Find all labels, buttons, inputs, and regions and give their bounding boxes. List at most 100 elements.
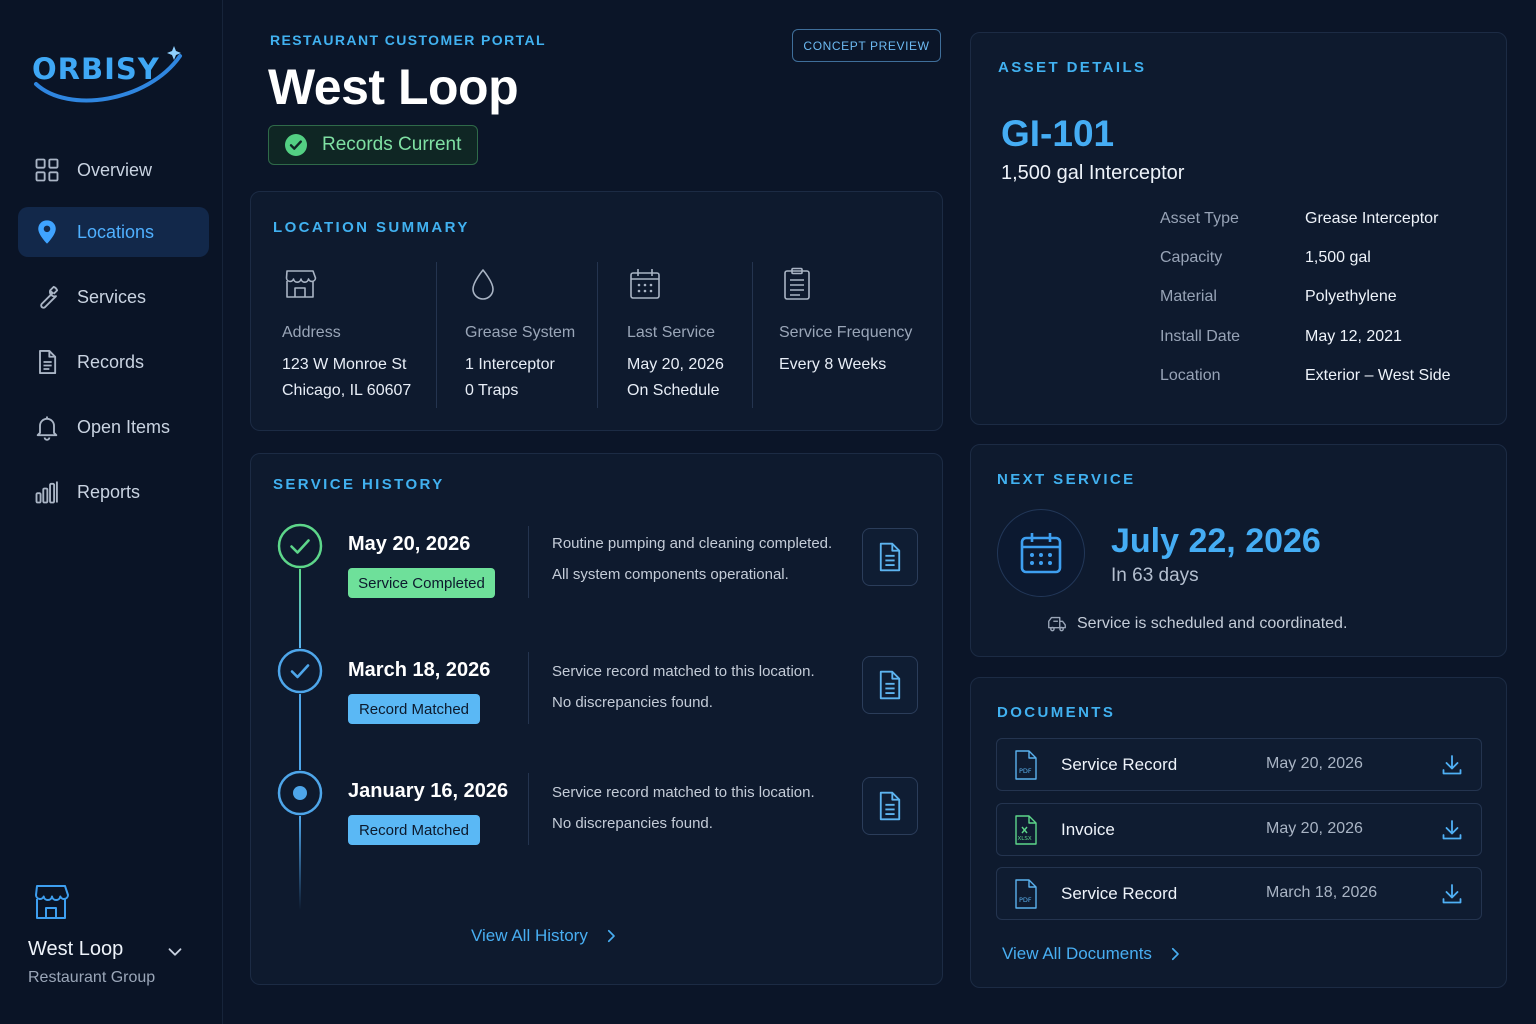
sidebar-item-label: Overview (77, 159, 153, 180)
link-label: View All Documents (1002, 944, 1152, 963)
status-badge: Record Matched (348, 815, 480, 845)
summary-address: Address 123 W Monroe St Chicago, IL 6060… (282, 266, 411, 404)
check-circle-icon (285, 134, 307, 156)
svg-text:PDF: PDF (1019, 767, 1032, 775)
summary-value-line2: 0 Traps (465, 382, 519, 399)
timeline-line (299, 568, 301, 650)
document-date: May 20, 2026 (1266, 755, 1363, 772)
asset-field-key: Location (1160, 367, 1221, 384)
status-label: Records Current (322, 134, 462, 155)
location-switcher-name[interactable]: West Loop (28, 938, 123, 961)
download-icon[interactable] (1440, 753, 1464, 777)
summary-value-line1: 1 Interceptor (465, 356, 555, 373)
chevron-down-icon[interactable] (164, 941, 186, 963)
page-title: West Loop (268, 59, 519, 115)
sidebar-item-label: Records (77, 351, 145, 372)
summary-divider (752, 262, 753, 408)
asset-field-value: May 12, 2021 (1305, 328, 1402, 345)
check-circle-icon (277, 648, 323, 694)
download-icon[interactable] (1440, 882, 1464, 906)
summary-label: Service Frequency (779, 324, 913, 341)
document-date: March 18, 2026 (1266, 884, 1378, 901)
view-record-button[interactable] (862, 656, 918, 714)
link-label: View All History (471, 926, 588, 945)
history-divider (528, 526, 529, 598)
asset-field-value: Grease Interceptor (1305, 210, 1439, 227)
summary-divider (597, 262, 598, 408)
sidebar-item-locations[interactable]: Locations (18, 207, 209, 257)
summary-value-line2: Chicago, IL 60607 (282, 382, 412, 399)
timeline-node-completed (277, 523, 323, 569)
view-record-button[interactable] (862, 528, 918, 586)
calendar-icon (1020, 533, 1062, 574)
bell-icon (36, 416, 58, 441)
grid-icon (35, 158, 59, 182)
portal-eyebrow: RESTAURANT CUSTOMER PORTAL (270, 32, 546, 48)
summary-value-line1: 123 W Monroe St (282, 356, 407, 373)
sidebar-item-open-items[interactable]: Open Items (18, 402, 209, 452)
view-record-button[interactable] (862, 777, 918, 835)
document-icon (879, 791, 901, 821)
document-row[interactable]: XLSX Invoice May 20, 2026 (996, 803, 1482, 856)
status-badge: Record Matched (348, 694, 480, 724)
summary-value: 1 Interceptor 0 Traps (465, 352, 575, 404)
asset-description: 1,500 gal Interceptor (1001, 162, 1185, 184)
summary-value-line1: Every 8 Weeks (779, 356, 887, 373)
asset-field-key: Install Date (1160, 328, 1241, 345)
asset-details-title: ASSET DETAILS (998, 59, 1147, 76)
summary-divider (436, 262, 437, 408)
asset-field-value: 1,500 gal (1305, 249, 1371, 266)
summary-label: Grease System (465, 324, 576, 341)
history-description: Routine pumping and cleaning completed. … (552, 528, 832, 590)
asset-field-value: Polyethylene (1305, 288, 1397, 305)
bar-chart-icon (35, 481, 58, 504)
droplet-icon (472, 269, 494, 300)
history-description-line: Routine pumping and cleaning completed. (552, 535, 833, 552)
download-icon[interactable] (1440, 818, 1464, 842)
document-name: Invoice (1061, 820, 1115, 839)
dot-circle-icon (277, 770, 323, 816)
document-icon (879, 542, 901, 572)
history-description: Service record matched to this location.… (552, 656, 815, 718)
history-date: May 20, 2026 (348, 533, 471, 555)
document-icon (879, 670, 901, 700)
xlsx-file-icon: XLSX (1015, 815, 1037, 845)
concept-preview-badge: CONCEPT PREVIEW (792, 29, 941, 62)
storefront-icon (285, 270, 317, 298)
svg-text:XLSX: XLSX (1018, 836, 1032, 842)
document-date: May 20, 2026 (1266, 820, 1363, 837)
document-name: Service Record (1061, 884, 1178, 903)
document-row[interactable]: PDF Service Record May 20, 2026 (996, 738, 1482, 791)
svg-text:PDF: PDF (1019, 896, 1032, 904)
location-summary-title: LOCATION SUMMARY (273, 219, 470, 236)
sidebar-item-overview[interactable]: Overview (18, 145, 209, 195)
map-pin-icon (38, 220, 56, 244)
view-all-history-link[interactable]: View All History (471, 926, 620, 946)
truck-icon (1048, 616, 1066, 632)
sidebar-item-services[interactable]: Services (18, 272, 209, 322)
summary-label: Last Service (627, 324, 716, 341)
sidebar-item-records[interactable]: Records (18, 337, 209, 387)
next-service-note: Service is scheduled and coordinated. (1046, 613, 1347, 635)
service-history-title: SERVICE HISTORY (273, 476, 445, 493)
next-service-date: July 22, 2026 (1111, 522, 1321, 560)
asset-field-key: Material (1160, 288, 1217, 305)
clipboard-icon (784, 267, 810, 300)
brand-name: ORBISY (32, 52, 160, 86)
summary-service-frequency: Service Frequency Every 8 Weeks (779, 266, 912, 378)
document-icon (39, 349, 57, 375)
history-divider (528, 652, 529, 724)
next-service-calendar (997, 509, 1085, 597)
brand-logo[interactable]: ORBISY (28, 36, 188, 110)
asset-id: GI-101 (1001, 113, 1115, 154)
history-description-line: All system components operational. (552, 566, 789, 583)
sidebar: ORBISY Overview Locations Services Recor… (0, 0, 223, 1024)
history-date: January 16, 2026 (348, 780, 509, 802)
sidebar-item-reports[interactable]: Reports (18, 467, 209, 517)
timeline-line (299, 694, 301, 772)
status-badge: Service Completed (348, 568, 495, 598)
history-date: March 18, 2026 (348, 659, 491, 681)
document-row[interactable]: PDF Service Record March 18, 2026 (996, 867, 1482, 920)
view-all-documents-link[interactable]: View All Documents (1002, 944, 1184, 964)
timeline-node-matched (277, 770, 323, 816)
